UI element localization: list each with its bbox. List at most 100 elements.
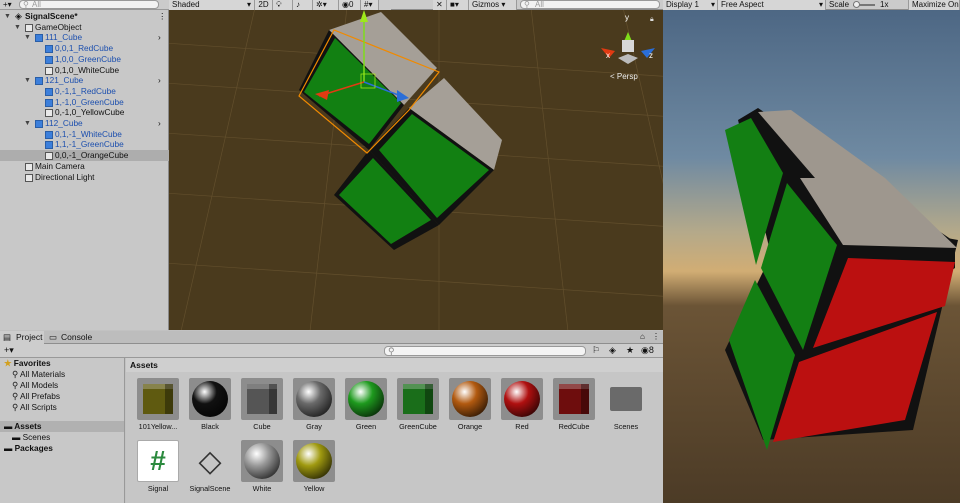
hierarchy-row[interactable]: Main Camera bbox=[0, 161, 169, 172]
create-plus-button[interactable]: +▾ bbox=[3, 0, 12, 9]
grid-toggle-icon[interactable]: #▾ bbox=[361, 0, 379, 10]
asset-item[interactable]: # Signal bbox=[132, 440, 184, 493]
camera-dropdown-icon[interactable]: ■▾ bbox=[447, 0, 469, 10]
toggle-2d-button[interactable]: 2D bbox=[255, 0, 273, 10]
favorite-all-prefabs[interactable]: ⚲ All Prefabs bbox=[12, 391, 60, 402]
asset-item[interactable]: White bbox=[236, 440, 288, 493]
favorite-all-scripts[interactable]: ⚲ All Scripts bbox=[12, 402, 57, 413]
tab-console-label: Console bbox=[61, 332, 93, 342]
axis-x-label: x bbox=[606, 51, 610, 60]
hierarchy-row[interactable]: 0,1,0_WhiteCube bbox=[0, 65, 169, 76]
gizmos-dropdown[interactable]: Gizmos ▾ bbox=[469, 0, 517, 10]
lighting-toggle-icon[interactable]: 💡︎ bbox=[273, 0, 293, 10]
scene-view[interactable]: y x z 🔒︎ < Persp bbox=[169, 10, 663, 330]
gizmo-center-cube[interactable] bbox=[622, 40, 634, 52]
tab-console[interactable]: ▭ Console bbox=[45, 331, 105, 344]
asset-item[interactable]: Gray bbox=[288, 378, 340, 431]
asset-grid: 101Yellow... Black Cube Gray Green GreenCube O… bbox=[126, 372, 663, 503]
hierarchy-row[interactable]: ▼ ◈ SignalScene* ⋮ bbox=[0, 11, 169, 22]
hierarchy-row[interactable]: ▼ 112_Cube › bbox=[0, 118, 169, 129]
cube-icon bbox=[45, 109, 53, 118]
hierarchy-row[interactable]: 0,0,1_RedCube bbox=[0, 43, 169, 54]
favorite-all-materials[interactable]: ⚲ All Materials bbox=[12, 369, 65, 380]
hidden-objects-toggle[interactable]: ◉0 bbox=[339, 0, 361, 10]
hierarchy-row[interactable]: 0,-1,0_YellowCube bbox=[0, 107, 169, 118]
packages-folder[interactable]: ▬ Packages bbox=[4, 443, 53, 454]
asset-label: Gray bbox=[306, 422, 322, 431]
maximize-on-play-toggle[interactable]: Maximize On bbox=[908, 0, 960, 10]
asset-item[interactable]: Yellow bbox=[288, 440, 340, 493]
asset-item[interactable]: Red bbox=[496, 378, 548, 431]
filter-label-icon[interactable]: ◈ bbox=[609, 345, 616, 356]
scale-slider[interactable] bbox=[853, 1, 875, 8]
prefab-open-chevron-icon[interactable]: › bbox=[158, 32, 161, 43]
create-plus-button[interactable]: +▾ bbox=[4, 345, 14, 356]
prefab-cube-icon bbox=[45, 98, 53, 107]
aspect-dropdown[interactable]: Free Aspect ▾ bbox=[718, 0, 826, 10]
prefab-open-chevron-icon[interactable]: › bbox=[158, 75, 161, 86]
hierarchy-row-label: 111_Cube bbox=[45, 32, 83, 43]
cube-thumbnail bbox=[553, 378, 595, 420]
expand-toggle-icon[interactable]: ▼ bbox=[24, 75, 31, 86]
asset-item[interactable]: Cube bbox=[236, 378, 288, 431]
favorite-label: All Materials bbox=[19, 369, 66, 379]
asset-label: SignalScene bbox=[189, 484, 231, 493]
hierarchy-row[interactable]: 1,-1,0_GreenCube bbox=[0, 97, 169, 108]
hidden-packages-toggle[interactable]: ◉8 bbox=[641, 345, 654, 356]
asset-item[interactable]: Green bbox=[340, 378, 392, 431]
asset-item[interactable]: GreenCube bbox=[392, 378, 444, 431]
asset-label: Green bbox=[355, 422, 377, 431]
assets-breadcrumb[interactable]: Assets bbox=[126, 358, 663, 372]
hierarchy-row-label: 0,0,1_RedCube bbox=[55, 43, 114, 54]
asset-item[interactable]: Orange bbox=[444, 378, 496, 431]
hierarchy-row[interactable]: ▼ 111_Cube › bbox=[0, 32, 169, 43]
tools-icon[interactable]: ✕ bbox=[433, 0, 447, 10]
scene-search-input[interactable]: ⚲ All bbox=[520, 0, 660, 9]
search-icon: ⚲ bbox=[388, 346, 395, 356]
hierarchy-row[interactable]: 0,-1,1_RedCube bbox=[0, 86, 169, 97]
scale-slider-thumb[interactable] bbox=[853, 1, 860, 8]
prefab-open-chevron-icon[interactable]: › bbox=[158, 118, 161, 129]
expand-toggle-icon[interactable]: ▼ bbox=[24, 32, 31, 43]
hierarchy-row[interactable]: 0,0,-1_OrangeCube bbox=[0, 150, 169, 162]
scene-menu-icon[interactable]: ⋮ bbox=[158, 11, 166, 22]
favorite-all-models[interactable]: ⚲ All Models bbox=[12, 380, 58, 391]
shading-mode-dropdown[interactable]: Shaded ▾ bbox=[169, 0, 255, 10]
chevron-down-icon: ▾ bbox=[501, 0, 506, 9]
lock-icon[interactable]: ⌂ bbox=[640, 332, 645, 341]
asset-item[interactable]: 101Yellow... bbox=[132, 378, 184, 431]
game-view[interactable] bbox=[663, 10, 960, 503]
favorites-header[interactable]: ★ Favorites bbox=[4, 358, 51, 369]
hierarchy-row[interactable]: 0,1,-1_WhiteCube bbox=[0, 129, 169, 140]
asset-item[interactable]: RedCube bbox=[548, 378, 600, 431]
chevron-down-icon: ▾ bbox=[818, 0, 823, 9]
hierarchy-row[interactable]: 1,0,0_GreenCube bbox=[0, 54, 169, 65]
favorite-star-icon[interactable]: ★ bbox=[626, 345, 634, 356]
projection-toggle[interactable]: < Persp bbox=[610, 72, 638, 81]
hierarchy-search-input[interactable]: ⚲ All bbox=[19, 0, 159, 9]
expand-toggle-icon[interactable]: ▼ bbox=[24, 118, 31, 129]
asset-item[interactable]: ◇ SignalScene bbox=[184, 440, 236, 494]
display-dropdown[interactable]: Display 1 ▾ bbox=[663, 0, 718, 10]
lock-icon[interactable]: 🔒︎ bbox=[650, 16, 654, 24]
project-search-input[interactable]: ⚲ bbox=[384, 346, 586, 356]
hierarchy-row[interactable]: ▼ 121_Cube › bbox=[0, 75, 169, 86]
scenes-folder[interactable]: ▬ Scenes bbox=[12, 432, 50, 443]
asset-item[interactable]: Black bbox=[184, 378, 236, 431]
asset-item[interactable]: Scenes bbox=[600, 378, 652, 431]
hierarchy-row[interactable]: ▼ GameObject bbox=[0, 22, 169, 33]
panel-menu-icon[interactable]: ⋮ bbox=[652, 332, 660, 341]
tab-project[interactable]: ▤ Project bbox=[0, 331, 44, 344]
hierarchy-row[interactable]: 1,1,-1_GreenCube bbox=[0, 139, 169, 150]
filter-type-icon[interactable]: ⚐ bbox=[592, 345, 600, 356]
assets-folder[interactable]: ▬ Assets bbox=[0, 421, 124, 432]
hierarchy-row-label: Directional Light bbox=[35, 171, 95, 182]
favorite-label: All Scripts bbox=[19, 402, 57, 412]
hierarchy-row[interactable]: Directional Light bbox=[0, 172, 169, 183]
rubik-cube-model[interactable] bbox=[298, 10, 502, 250]
expand-toggle-icon[interactable]: ▼ bbox=[4, 11, 11, 22]
audio-toggle-icon[interactable]: ♪ bbox=[293, 0, 313, 10]
effects-dropdown-icon[interactable]: ✲▾ bbox=[313, 0, 339, 10]
expand-toggle-icon[interactable]: ▼ bbox=[14, 22, 21, 33]
move-gizmo-y-arrow[interactable] bbox=[360, 10, 368, 22]
